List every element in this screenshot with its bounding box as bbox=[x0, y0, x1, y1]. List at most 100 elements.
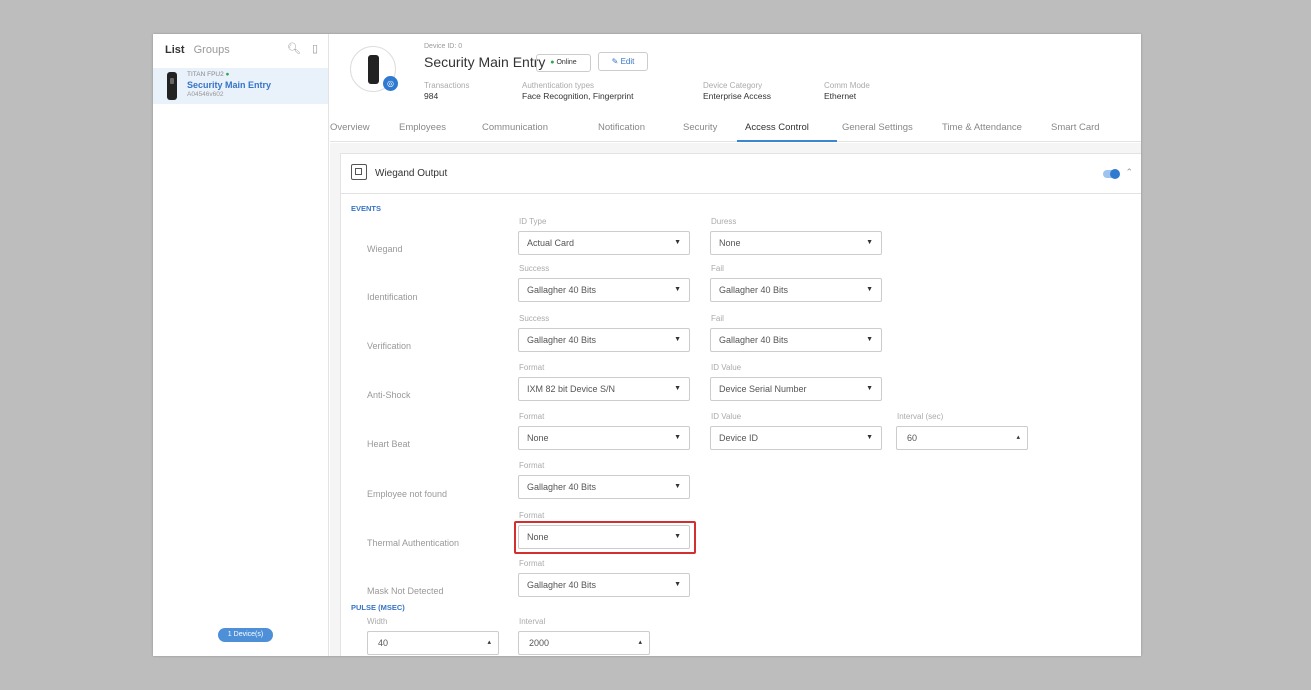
tab-communication[interactable]: Communication bbox=[482, 122, 548, 133]
dropdown-icon: ▼ bbox=[674, 239, 681, 246]
wiegand-duress-select[interactable]: None ▼ bbox=[710, 231, 882, 255]
employee-not-found-format-select[interactable]: Gallagher 40 Bits ▼ bbox=[518, 475, 690, 499]
field-label: Success bbox=[519, 264, 550, 273]
anti-shock-id-value-select[interactable]: Device Serial Number ▼ bbox=[710, 377, 882, 401]
dropdown-icon: ▼ bbox=[674, 581, 681, 588]
meta-device-category: Device Category Enterprise Access bbox=[703, 81, 772, 101]
dropdown-icon: ▼ bbox=[674, 434, 681, 441]
tab-list[interactable]: List bbox=[165, 44, 185, 56]
dropdown-icon: ▼ bbox=[674, 385, 681, 392]
tab-time-attendance[interactable]: Time & Attendance bbox=[942, 122, 1022, 133]
field-label: Format bbox=[519, 559, 545, 568]
field-label: Success bbox=[519, 314, 550, 323]
tab-access-control[interactable]: Access Control bbox=[745, 122, 809, 133]
device-serial: A04546v602 bbox=[187, 91, 224, 98]
wiegand-enable-toggle[interactable] bbox=[1103, 169, 1120, 179]
fingerprint-icon: ◎ bbox=[383, 76, 398, 91]
field-label: Width bbox=[367, 617, 388, 626]
edit-button[interactable]: ✎ Edit bbox=[598, 52, 648, 71]
row-label-mask-not-detected: Mask Not Detected bbox=[367, 586, 444, 596]
row-label-verification: Verification bbox=[367, 341, 412, 351]
heart-beat-id-value-select[interactable]: Device ID ▼ bbox=[710, 426, 882, 450]
device-list-item[interactable]: TITAN FPU2 ● Security Main Entry A04546v… bbox=[153, 68, 328, 104]
wiegand-icon bbox=[351, 164, 367, 180]
field-label: ID Value bbox=[711, 363, 742, 372]
device-model: TITAN FPU2 ● bbox=[187, 71, 230, 78]
device-sidebar: List Groups 🔍︎ ▯ TITAN FPU2 ● Security M… bbox=[153, 34, 329, 656]
meta-auth-types: Authentication types Face Recognition, Fi… bbox=[522, 81, 634, 101]
tab-security[interactable]: Security bbox=[683, 122, 717, 133]
verification-success-select[interactable]: Gallagher 40 Bits ▼ bbox=[518, 328, 690, 352]
device-image bbox=[368, 55, 379, 84]
field-label: Format bbox=[519, 461, 545, 470]
identification-fail-select[interactable]: Gallagher 40 Bits ▼ bbox=[710, 278, 882, 302]
tab-notification[interactable]: Notification bbox=[598, 122, 645, 133]
heart-beat-format-select[interactable]: None ▼ bbox=[518, 426, 690, 450]
row-label-thermal-authentication: Thermal Authentication bbox=[367, 538, 460, 548]
section-pulse: PULSE (MSEC) bbox=[351, 603, 405, 612]
row-label-identification: Identification bbox=[367, 292, 418, 302]
settings-tabs: Overview Employees Communication Notific… bbox=[330, 116, 1141, 142]
field-label: Duress bbox=[711, 217, 737, 226]
pencil-icon: ✎ bbox=[611, 57, 619, 66]
main-area: ◎ Device ID: 0 Security Main Entry ● Onl… bbox=[330, 34, 1141, 656]
device-id-label: Device ID: 0 bbox=[424, 43, 463, 50]
row-label-anti-shock: Anti-Shock bbox=[367, 390, 411, 400]
active-tab-indicator bbox=[737, 140, 837, 142]
field-label: Fail bbox=[711, 314, 724, 323]
dropdown-icon: ▼ bbox=[866, 239, 873, 246]
dropdown-icon: ▼ bbox=[674, 336, 681, 343]
verification-fail-select[interactable]: Gallagher 40 Bits ▼ bbox=[710, 328, 882, 352]
content-area: Wiegand Output ⌃ EVENTS Wiegand ID Type … bbox=[330, 143, 1141, 656]
tab-employees[interactable]: Employees bbox=[399, 122, 446, 133]
field-label: ID Value bbox=[711, 412, 742, 421]
wiegand-id-type-select[interactable]: Actual Card ▼ bbox=[518, 231, 690, 255]
device-thumbnail bbox=[167, 72, 177, 100]
app-window: List Groups 🔍︎ ▯ TITAN FPU2 ● Security M… bbox=[153, 34, 1141, 656]
online-dot-icon: ● bbox=[550, 59, 555, 66]
page-title: Security Main Entry bbox=[424, 54, 546, 70]
row-label-heart-beat: Heart Beat bbox=[367, 439, 411, 449]
device-count-badge: 1 Device(s) bbox=[218, 628, 273, 642]
tab-smart-card[interactable]: Smart Card bbox=[1051, 122, 1100, 133]
field-label: Format bbox=[519, 363, 545, 372]
highlight-box bbox=[514, 521, 696, 554]
device-avatar: ◎ bbox=[350, 46, 398, 92]
stepper-up-icon: ▴ bbox=[487, 639, 491, 646]
mask-not-detected-format-select[interactable]: Gallagher 40 Bits ▼ bbox=[518, 573, 690, 597]
identification-success-select[interactable]: Gallagher 40 Bits ▼ bbox=[518, 278, 690, 302]
trash-icon[interactable]: ▯ bbox=[312, 43, 318, 55]
dropdown-icon: ▼ bbox=[674, 286, 681, 293]
dropdown-icon: ▼ bbox=[866, 286, 873, 293]
stepper-up-icon: ▴ bbox=[638, 639, 642, 646]
heart-beat-interval-stepper[interactable]: 60 ▴ bbox=[896, 426, 1028, 450]
meta-comm-mode: Comm Mode Ethernet bbox=[824, 81, 870, 101]
field-label: Interval bbox=[519, 617, 546, 626]
search-icon[interactable]: 🔍︎ bbox=[287, 43, 301, 55]
status-badge: ● Online bbox=[536, 54, 591, 72]
dropdown-icon: ▼ bbox=[866, 385, 873, 392]
panel-header[interactable]: Wiegand Output ⌃ bbox=[341, 154, 1141, 194]
dropdown-icon: ▼ bbox=[674, 483, 681, 490]
meta-transactions: Transactions 984 bbox=[424, 81, 470, 101]
tab-general-settings[interactable]: General Settings bbox=[842, 122, 913, 133]
dropdown-icon: ▼ bbox=[866, 336, 873, 343]
panel-title: Wiegand Output bbox=[375, 168, 448, 179]
row-label-employee-not-found: Employee not found bbox=[367, 489, 448, 499]
stepper-arrows-icon: ▴ bbox=[1016, 434, 1020, 441]
field-label: ID Type bbox=[519, 217, 547, 226]
pulse-interval-stepper[interactable]: 2000 ▴ bbox=[518, 631, 650, 655]
field-label: Fail bbox=[711, 264, 724, 273]
section-events: EVENTS bbox=[351, 204, 382, 213]
sidebar-icons: 🔍︎ ▯ bbox=[279, 42, 318, 55]
sidebar-tabs: List Groups bbox=[165, 44, 230, 56]
chevron-up-icon[interactable]: ⌃ bbox=[1125, 167, 1133, 178]
device-name: Security Main Entry bbox=[187, 80, 272, 90]
anti-shock-format-select[interactable]: IXM 82 bit Device S/N ▼ bbox=[518, 377, 690, 401]
tab-groups[interactable]: Groups bbox=[194, 44, 230, 56]
field-label: Interval (sec) bbox=[897, 412, 944, 421]
wiegand-output-panel: Wiegand Output ⌃ EVENTS Wiegand ID Type … bbox=[340, 153, 1141, 656]
tab-overview[interactable]: Overview bbox=[330, 122, 370, 133]
field-label: Format bbox=[519, 511, 545, 520]
pulse-width-stepper[interactable]: 40 ▴ bbox=[367, 631, 499, 655]
